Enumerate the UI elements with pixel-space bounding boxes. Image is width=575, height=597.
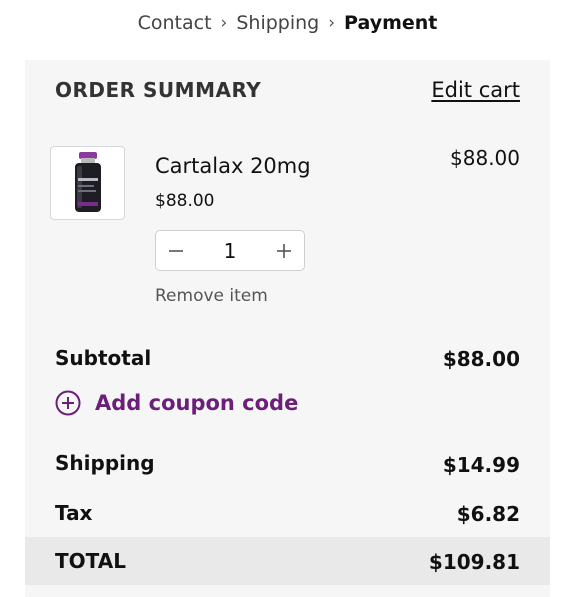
chevron-right-icon: › <box>328 13 336 33</box>
edit-cart-link[interactable]: Edit cart <box>431 78 520 102</box>
increase-quantity-button[interactable] <box>264 231 304 270</box>
quantity-value[interactable]: 1 <box>196 239 264 263</box>
product-vial-icon <box>74 152 101 212</box>
order-summary-panel: ORDER SUMMARY Edit cart Cartalax 20mg $8… <box>25 60 550 597</box>
plus-icon <box>277 243 291 258</box>
product-thumbnail <box>50 146 125 220</box>
decrease-quantity-button[interactable] <box>156 231 196 270</box>
chevron-right-icon: › <box>220 13 228 33</box>
item-name: Cartalax 20mg <box>155 154 311 178</box>
order-summary-title: ORDER SUMMARY <box>55 78 262 102</box>
add-coupon-label: Add coupon code <box>95 391 299 415</box>
item-line-total: $88.00 <box>450 146 520 170</box>
quantity-stepper: 1 <box>155 230 305 271</box>
subtotal-value: $88.00 <box>442 347 520 371</box>
subtotal-label: Subtotal <box>55 346 152 370</box>
breadcrumb: Contact › Shipping › Payment <box>0 12 575 34</box>
plus-circle-icon <box>55 390 81 416</box>
breadcrumb-payment: Payment <box>344 12 438 34</box>
item-unit-price: $88.00 <box>155 191 215 211</box>
total-label: TOTAL <box>55 549 126 573</box>
minus-icon <box>169 249 183 252</box>
breadcrumb-shipping[interactable]: Shipping <box>236 12 319 34</box>
add-coupon-button[interactable]: Add coupon code <box>55 390 298 416</box>
tax-label: Tax <box>55 501 93 525</box>
total-value: $109.81 <box>428 550 520 574</box>
breadcrumb-contact[interactable]: Contact <box>138 12 212 34</box>
tax-value: $6.82 <box>456 502 520 526</box>
shipping-label: Shipping <box>55 451 155 475</box>
shipping-value: $14.99 <box>442 453 520 477</box>
remove-item-link[interactable]: Remove item <box>155 286 268 306</box>
